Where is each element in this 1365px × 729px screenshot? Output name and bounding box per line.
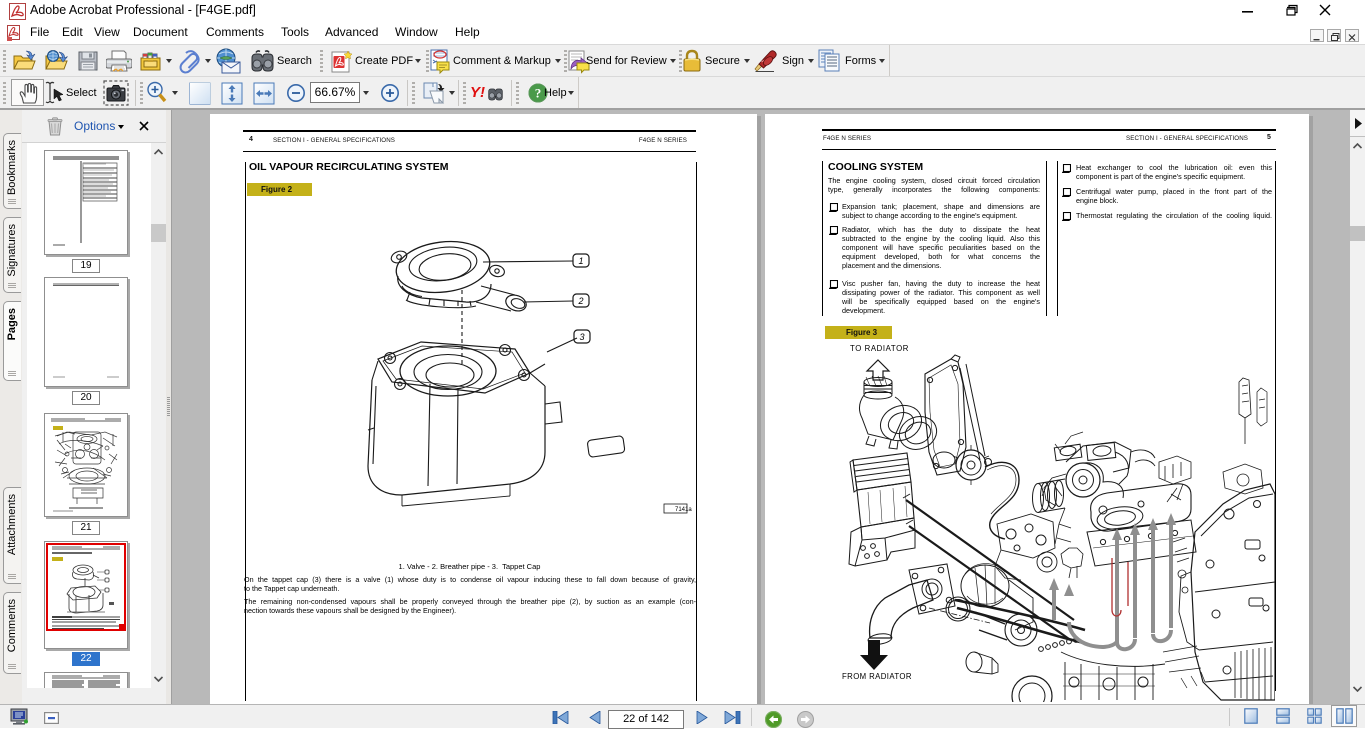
- svg-text:3: 3: [579, 332, 584, 342]
- svg-text:?: ?: [535, 86, 542, 101]
- svg-text:7141a: 7141a: [675, 507, 692, 513]
- svg-text:1: 1: [578, 256, 583, 266]
- svg-text:2: 2: [577, 296, 583, 306]
